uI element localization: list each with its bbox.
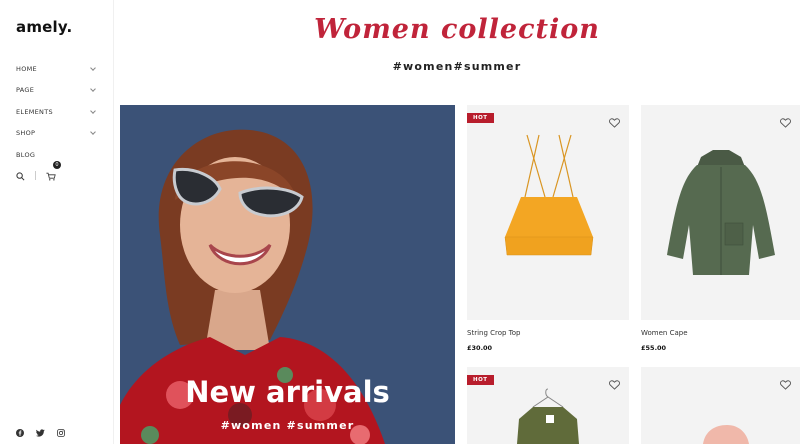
cap-image xyxy=(703,425,749,444)
nav-item-label: BLOG xyxy=(16,150,36,159)
product-price: £30.00 xyxy=(467,344,493,352)
chevron-down-icon xyxy=(90,130,96,136)
twitter-icon[interactable] xyxy=(36,422,45,441)
header-tools: 0 xyxy=(16,161,61,185)
heart-icon[interactable] xyxy=(609,113,621,128)
product-image[interactable] xyxy=(641,105,800,320)
nav-item-elements[interactable]: ELEMENTS xyxy=(16,101,96,123)
facebook-icon[interactable] xyxy=(16,422,24,441)
collection-hashtags: #women#summer xyxy=(392,60,522,73)
chevron-down-icon xyxy=(90,87,96,93)
product-price: £55.00 xyxy=(641,344,667,352)
product-name[interactable]: Women Cape xyxy=(641,329,688,337)
hot-badge: HOT xyxy=(467,113,494,123)
banner-hashtags: #women #summer xyxy=(220,419,355,432)
chevron-down-icon xyxy=(90,109,96,115)
crop-top-image xyxy=(504,134,594,256)
search-icon[interactable] xyxy=(16,166,25,185)
product-image[interactable] xyxy=(641,367,800,444)
product-card[interactable]: Women Cape £55.00 xyxy=(641,105,800,355)
product-card[interactable]: HOT String Crop Top £30.00 xyxy=(467,105,629,355)
nav-item-home[interactable]: HOME xyxy=(16,58,96,80)
collection-title: Women collection xyxy=(314,14,600,45)
product-card[interactable]: HOT xyxy=(467,367,629,444)
new-arrivals-banner[interactable]: New arrivals #women #summer xyxy=(120,105,455,444)
brand-logo[interactable]: amely. xyxy=(16,18,72,36)
hot-badge: HOT xyxy=(467,375,494,385)
heart-icon[interactable] xyxy=(780,375,792,390)
main-nav: HOME PAGE ELEMENTS SHOP BLOG xyxy=(16,58,96,166)
cape-image xyxy=(667,150,775,275)
heart-icon[interactable] xyxy=(780,113,792,128)
cart-count-badge: 0 xyxy=(53,161,61,169)
social-links xyxy=(16,422,65,441)
banner-title: New arrivals xyxy=(120,375,455,409)
instagram-icon[interactable] xyxy=(57,422,65,441)
divider xyxy=(35,171,36,180)
heart-icon[interactable] xyxy=(609,375,621,390)
banner-title-text: New arrivals xyxy=(185,375,390,409)
nav-item-label: SHOP xyxy=(16,129,36,138)
nav-item-label: HOME xyxy=(16,64,37,73)
cart-icon xyxy=(46,172,56,181)
nav-item-shop[interactable]: SHOP xyxy=(16,123,96,145)
product-image[interactable] xyxy=(467,105,629,320)
chevron-down-icon xyxy=(90,66,96,72)
product-name[interactable]: String Crop Top xyxy=(467,329,521,337)
sidebar: amely. HOME PAGE ELEMENTS SHOP BLOG 0 xyxy=(0,0,114,444)
nav-item-page[interactable]: PAGE xyxy=(16,80,96,102)
nav-item-label: ELEMENTS xyxy=(16,107,53,116)
cart-button[interactable]: 0 xyxy=(46,161,61,185)
product-card[interactable] xyxy=(641,367,800,444)
nav-item-label: PAGE xyxy=(16,86,35,95)
